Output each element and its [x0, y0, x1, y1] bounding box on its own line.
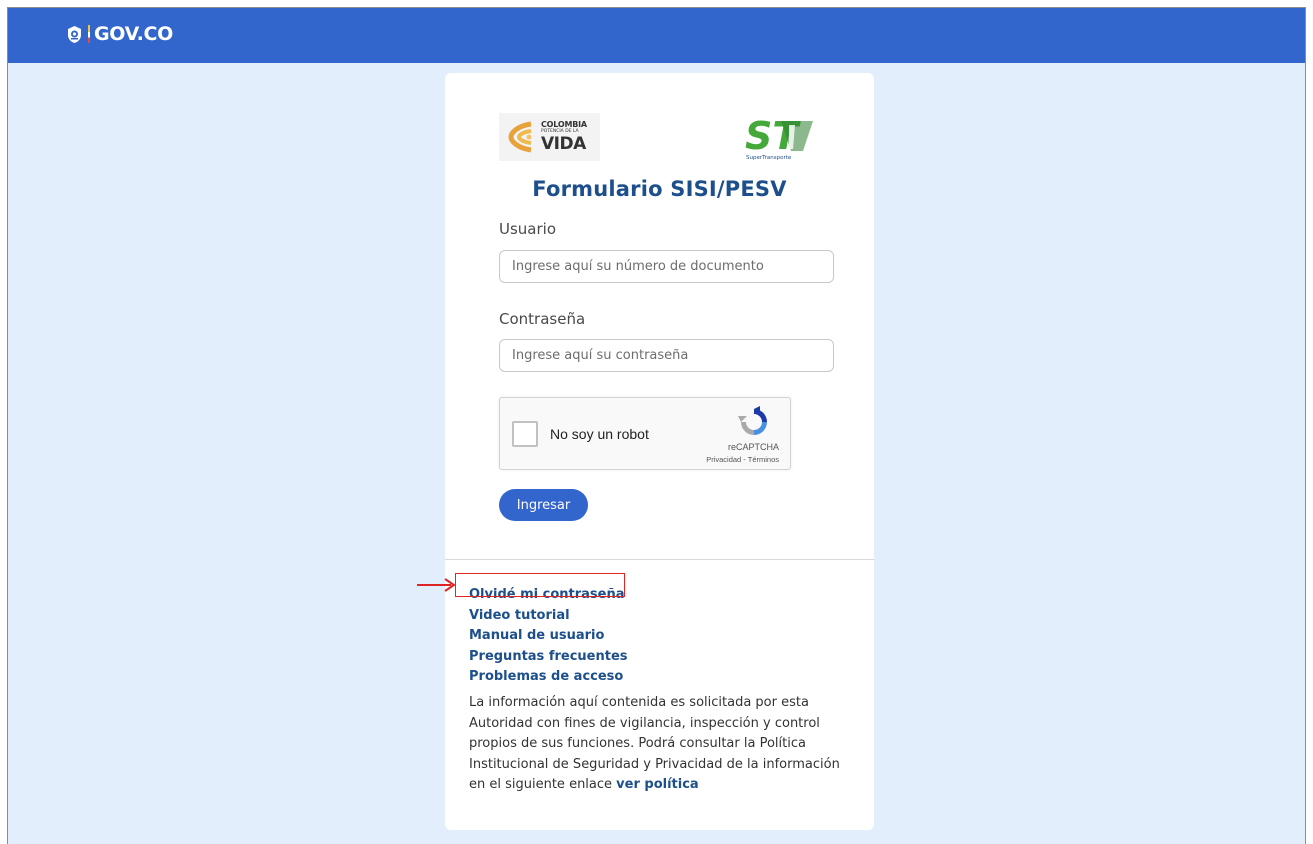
divider [445, 559, 874, 560]
brand-text: GOV.CO [94, 23, 174, 45]
brand-separator [88, 25, 90, 43]
help-links: Olvidé mi contraseña Video tutorial Manu… [469, 585, 628, 688]
recaptcha-checkbox[interactable] [512, 421, 538, 447]
forgot-password-link[interactable]: Olvidé mi contraseña [469, 585, 628, 606]
browser-viewport: GOV.CO COLOMBIA POTENCIA DE LA VIDA ST S… [7, 7, 1306, 844]
recaptcha-label: No soy un robot [550, 426, 649, 442]
form-title: Formulario SISI/PESV [532, 177, 787, 201]
user-input[interactable] [499, 250, 834, 283]
st-caption: SuperTransporte [746, 155, 792, 161]
login-button[interactable]: Ingresar [499, 489, 588, 521]
view-policy-link[interactable]: ver política [616, 777, 699, 792]
colombia-potencia-de-la-vida-logo: COLOMBIA POTENCIA DE LA VIDA [499, 113, 600, 161]
recaptcha-privacy-terms[interactable]: Privacidad - Términos [706, 455, 779, 464]
video-tutorial-link[interactable]: Video tutorial [469, 606, 628, 627]
recaptcha-icon [738, 406, 767, 435]
top-bar: GOV.CO [8, 8, 1305, 63]
shield-crest-icon [68, 25, 81, 43]
colombia-logo-line1: COLOMBIA [541, 120, 587, 129]
recaptcha-widget: No soy un robot reCAPTCHA Privacidad - T… [499, 397, 791, 470]
password-input[interactable] [499, 339, 834, 372]
supertransporte-logo: ST SuperTransporte [745, 115, 813, 161]
recaptcha-brand: reCAPTCHA [727, 442, 779, 452]
password-label: Contraseña [499, 310, 586, 328]
privacy-notice: La información aquí contenida es solicit… [469, 693, 849, 796]
access-problems-link[interactable]: Problemas de acceso [469, 667, 628, 688]
logos-row: COLOMBIA POTENCIA DE LA VIDA ST SuperTra… [499, 113, 817, 161]
user-manual-link[interactable]: Manual de usuario [469, 626, 628, 647]
red-arrow-annotation [417, 578, 456, 592]
colombia-waves-icon [508, 121, 532, 153]
gov-co-logo[interactable]: GOV.CO [66, 23, 173, 45]
faq-link[interactable]: Preguntas frecuentes [469, 647, 628, 668]
colombia-logo-line3: VIDA [541, 134, 586, 154]
login-card: COLOMBIA POTENCIA DE LA VIDA ST SuperTra… [445, 73, 874, 830]
user-label: Usuario [499, 220, 557, 238]
